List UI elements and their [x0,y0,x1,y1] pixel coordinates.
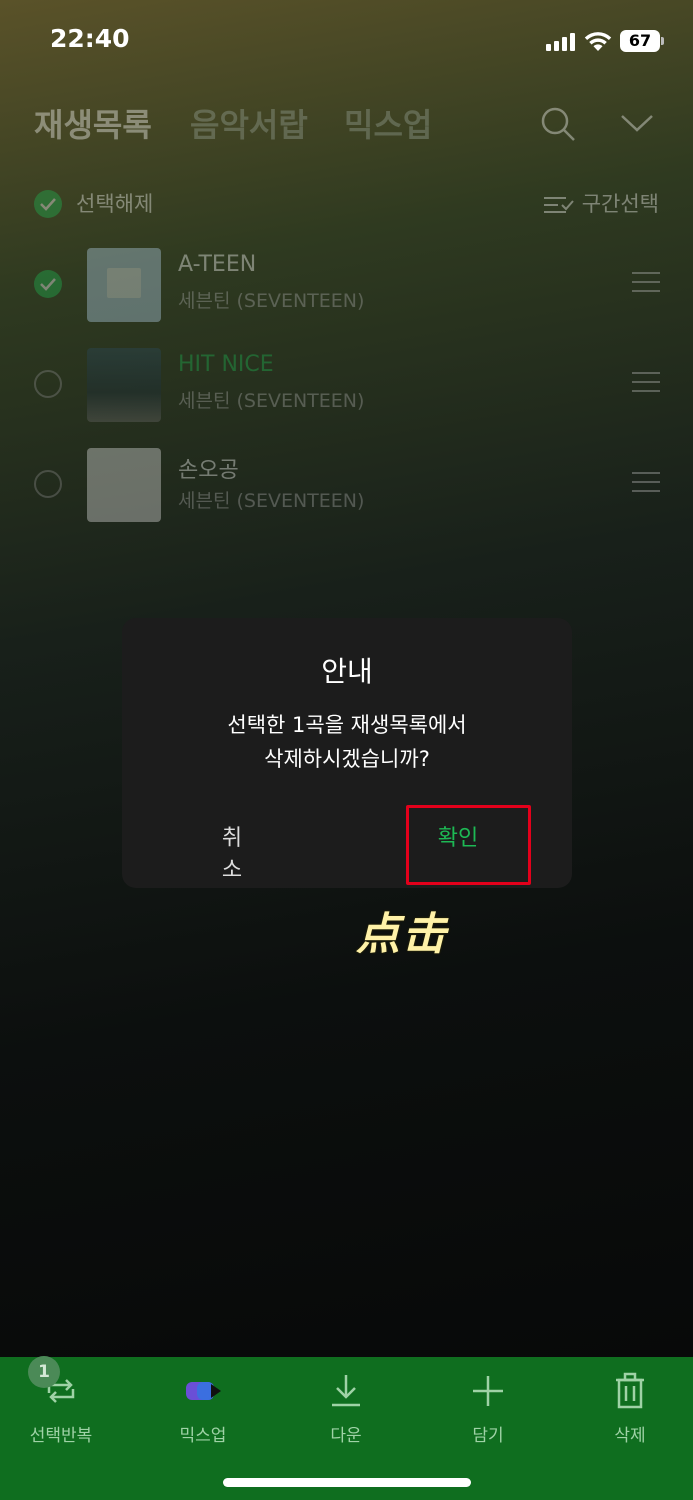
tab-playlist[interactable]: 재생목록 [34,100,152,146]
selection-toolbar: 선택해제 구간선택 [34,184,659,224]
battery-level: 67 [620,30,660,52]
track-checkbox[interactable] [34,470,62,498]
screen: 22:40 67 재생목록 음악서랍 믹스업 선택해제 구간선택 A-TEEN … [0,0,693,1500]
bottom-item-label: 담기 [472,1426,504,1446]
drag-handle-icon[interactable] [632,272,660,292]
download-icon [332,1375,360,1407]
range-select-icon [543,197,574,213]
trash-icon [616,1372,644,1409]
cellular-signal-icon [546,33,576,51]
bottom-item-label: 믹스업 [179,1426,227,1446]
track-artist: 세븐틴 (SEVENTEEN) [178,490,365,512]
album-art [87,248,161,322]
battery-icon: 67 [620,30,664,52]
wifi-icon [584,32,612,51]
track-title: A-TEEN [178,252,257,277]
album-art [87,348,161,422]
download-button[interactable]: 다운 [291,1371,401,1446]
chevron-down-icon[interactable] [620,110,654,136]
range-select-button[interactable]: 구간선택 [543,188,659,218]
bottom-item-label: 다운 [330,1426,362,1446]
repeat-selection-button[interactable]: 1 선택반복 [6,1356,116,1446]
track-artist: 세븐틴 (SEVENTEEN) [178,390,365,412]
delete-button[interactable]: 삭제 [575,1371,685,1446]
track-checkbox[interactable] [34,270,62,298]
tab-mixup[interactable]: 믹스업 [344,100,432,146]
dialog-message: 선택한 1곡을 재생목록에서 삭제하시겠습니까? [122,708,572,776]
add-icon [473,1376,503,1406]
track-checkbox[interactable] [34,370,62,398]
drag-handle-icon[interactable] [632,372,660,392]
album-art [87,448,161,522]
tab-music-drawer[interactable]: 음악서랍 [190,100,308,146]
track-row[interactable]: 손오공 세븐틴 (SEVENTEEN) [0,444,693,524]
status-bar: 22:40 67 [0,0,693,84]
cancel-button[interactable]: 취소 [212,820,252,884]
mixup-button[interactable]: 믹스업 [148,1371,258,1446]
dialog-message-line: 삭제하시겠습니까? [264,747,430,771]
search-icon[interactable] [540,106,576,142]
highlight-box [406,805,531,885]
add-to-playlist-button[interactable]: 담기 [433,1371,543,1446]
dialog-message-line: 선택한 1곡을 재생목록에서 [227,713,467,737]
track-row[interactable]: HIT NICE 세븐틴 (SEVENTEEN) [0,344,693,424]
bottom-item-label: 삭제 [614,1426,646,1446]
deselect-all-label[interactable]: 선택해제 [76,188,153,218]
track-title: HIT NICE [178,352,274,377]
track-artist: 세븐틴 (SEVENTEEN) [178,290,365,312]
drag-handle-icon[interactable] [632,472,660,492]
click-annotation: 点击 [356,909,448,960]
status-time: 22:40 [50,24,130,53]
mixup-icon [186,1382,221,1400]
track-row[interactable]: A-TEEN 세븐틴 (SEVENTEEN) [0,244,693,324]
dialog-title: 안내 [321,655,373,688]
range-select-label: 구간선택 [581,192,659,216]
deselect-all-checkbox[interactable] [34,190,62,218]
track-title: 손오공 [178,458,239,483]
selection-count-badge: 1 [28,1356,60,1388]
bottom-item-label: 선택반복 [29,1426,93,1446]
home-indicator [223,1478,471,1487]
